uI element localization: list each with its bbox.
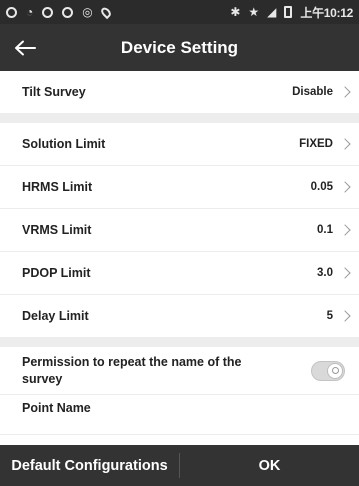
setting-row-vrms-limit[interactable]: VRMS Limit 0.1 bbox=[0, 209, 359, 252]
ok-button[interactable]: OK bbox=[180, 445, 359, 486]
page-title: Device Setting bbox=[120, 37, 239, 57]
setting-value: 5 bbox=[326, 310, 333, 322]
status-time: 上午10:12 bbox=[300, 5, 353, 20]
app-icon: ◎ bbox=[82, 5, 93, 19]
notification-icon bbox=[6, 6, 17, 18]
signal-icon: ◢ bbox=[267, 5, 277, 19]
back-button[interactable] bbox=[10, 33, 40, 63]
status-left-icons: ◔ ◎ bbox=[6, 5, 113, 19]
setting-label: Delay Limit bbox=[22, 309, 89, 323]
setting-row-repeat-name: Permission to repeat the name of the sur… bbox=[0, 347, 359, 395]
app-bar: Device Setting bbox=[0, 24, 359, 71]
location-icon bbox=[99, 5, 113, 19]
status-right-icons: ✱ ★ ◢ 上午10:12 bbox=[230, 4, 353, 21]
wifi-icon: ◔ bbox=[26, 5, 34, 19]
bottom-action-bar: Default Configurations OK bbox=[0, 445, 359, 486]
settings-list[interactable]: Tilt Survey Disable Solution Limit FIXED… bbox=[0, 71, 359, 445]
setting-row-delay-limit[interactable]: Delay Limit 5 bbox=[0, 295, 359, 338]
section-divider bbox=[0, 338, 359, 347]
chevron-right-icon bbox=[339, 86, 351, 98]
setting-value: FIXED bbox=[299, 138, 333, 150]
setting-label: VRMS Limit bbox=[22, 223, 92, 237]
status-bar: ◔ ◎ ✱ ★ ◢ 上午10:12 bbox=[0, 0, 359, 24]
setting-label: Tilt Survey bbox=[22, 85, 86, 99]
setting-value: 3.0 bbox=[317, 267, 333, 279]
chevron-right-icon bbox=[339, 138, 351, 150]
repeat-name-toggle[interactable] bbox=[311, 360, 345, 381]
battery-icon bbox=[284, 6, 293, 18]
arrow-left-icon bbox=[15, 40, 36, 56]
setting-label: Point Name bbox=[22, 401, 91, 415]
setting-label: PDOP Limit bbox=[22, 266, 91, 280]
bluetooth-icon: ✱ bbox=[230, 5, 241, 19]
sync-icon bbox=[42, 6, 54, 18]
setting-label: Permission to repeat the name of the sur… bbox=[22, 355, 242, 386]
setting-label: HRMS Limit bbox=[22, 180, 93, 194]
setting-value: Disable bbox=[292, 86, 333, 98]
setting-row-solution-limit[interactable]: Solution Limit FIXED bbox=[0, 123, 359, 166]
default-configurations-button[interactable]: Default Configurations bbox=[0, 445, 179, 486]
section-divider bbox=[0, 114, 359, 123]
chevron-right-icon bbox=[339, 181, 351, 193]
setting-value: 0.1 bbox=[317, 224, 333, 236]
chevron-right-icon bbox=[339, 224, 351, 236]
setting-row-point-name[interactable]: Point Name bbox=[0, 395, 359, 435]
setting-value: 0.05 bbox=[310, 181, 333, 193]
setting-row-hrms-limit[interactable]: HRMS Limit 0.05 bbox=[0, 166, 359, 209]
chevron-right-icon bbox=[339, 310, 351, 322]
chevron-right-icon bbox=[339, 267, 351, 279]
setting-row-tilt-survey[interactable]: Tilt Survey Disable bbox=[0, 71, 359, 114]
sync-icon bbox=[62, 6, 74, 18]
toggle-knob bbox=[327, 362, 343, 379]
setting-label: Solution Limit bbox=[22, 137, 106, 151]
setting-row-pdop-limit[interactable]: PDOP Limit 3.0 bbox=[0, 252, 359, 295]
star-icon: ★ bbox=[248, 5, 260, 19]
